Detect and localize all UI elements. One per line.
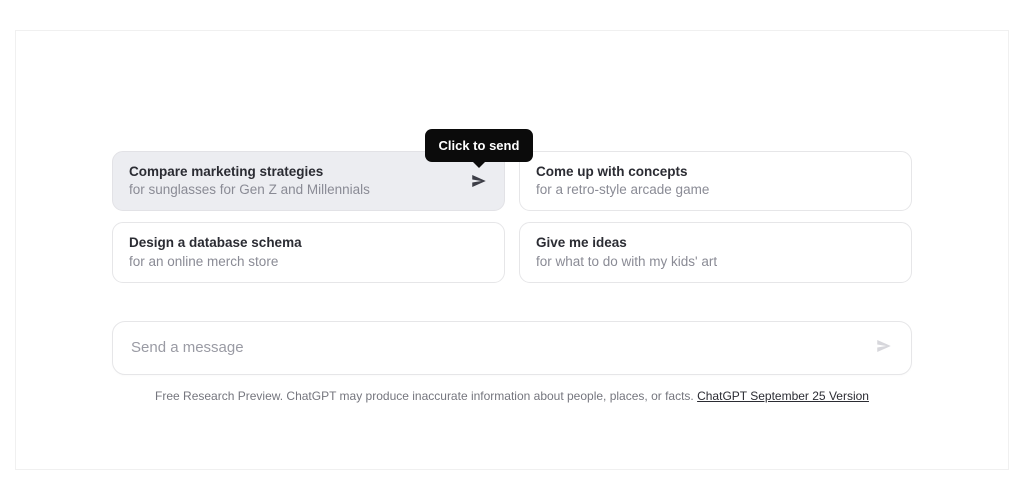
suggestion-text: Give me ideas for what to do with my kid… xyxy=(536,234,895,270)
app-frame: Compare marketing strategies for sunglas… xyxy=(15,30,1009,470)
footer-note: Free Research Preview. ChatGPT may produ… xyxy=(112,389,912,403)
suggestion-text: Design a database schema for an online m… xyxy=(129,234,488,270)
main-content: Compare marketing strategies for sunglas… xyxy=(112,31,912,403)
suggestion-subtitle: for sunglasses for Gen Z and Millennials xyxy=(129,181,460,199)
suggestion-card-1[interactable]: Come up with concepts for a retro-style … xyxy=(519,151,912,211)
suggestion-grid: Compare marketing strategies for sunglas… xyxy=(112,151,912,283)
suggestion-card-0[interactable]: Compare marketing strategies for sunglas… xyxy=(112,151,505,211)
suggestion-card-2[interactable]: Design a database schema for an online m… xyxy=(112,222,505,282)
suggestion-title: Design a database schema xyxy=(129,234,488,252)
send-button[interactable] xyxy=(871,333,897,362)
suggestion-subtitle: for what to do with my kids' art xyxy=(536,253,895,271)
send-arrow-icon[interactable] xyxy=(470,172,488,190)
suggestion-title: Come up with concepts xyxy=(536,163,895,181)
suggestion-subtitle: for a retro-style arcade game xyxy=(536,181,895,199)
footer-text: Free Research Preview. ChatGPT may produ… xyxy=(155,389,697,403)
send-arrow-icon xyxy=(875,337,893,358)
suggestion-text: Compare marketing strategies for sunglas… xyxy=(129,163,460,199)
version-link[interactable]: ChatGPT September 25 Version xyxy=(697,389,869,403)
suggestion-subtitle: for an online merch store xyxy=(129,253,488,271)
suggestion-title: Compare marketing strategies xyxy=(129,163,460,181)
suggestion-title: Give me ideas xyxy=(536,234,895,252)
chat-input-container[interactable] xyxy=(112,321,912,375)
message-input[interactable] xyxy=(131,339,871,356)
suggestion-text: Come up with concepts for a retro-style … xyxy=(536,163,895,199)
suggestion-card-3[interactable]: Give me ideas for what to do with my kid… xyxy=(519,222,912,282)
